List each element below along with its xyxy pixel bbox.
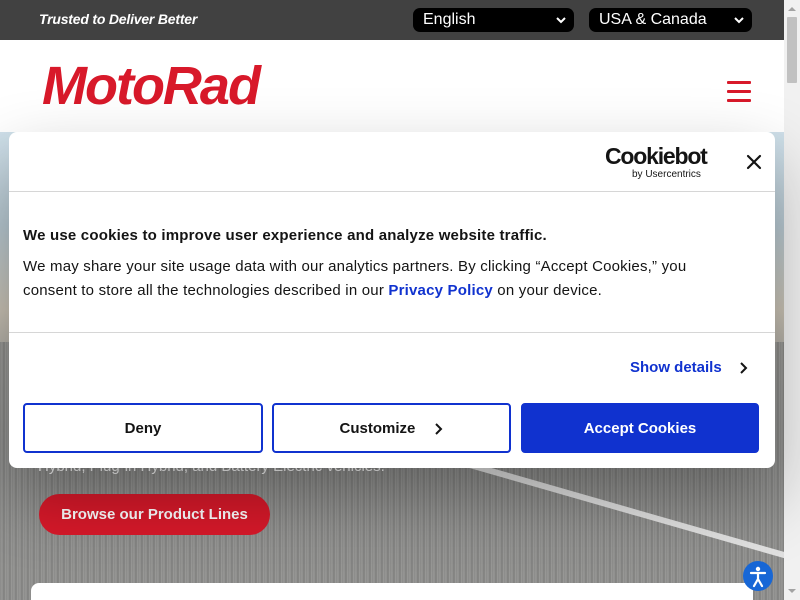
tagline: Trusted to Deliver Better [39, 11, 198, 27]
cookie-dialog-title: We use cookies to improve user experienc… [23, 227, 547, 244]
privacy-policy-link[interactable]: Privacy Policy [388, 282, 493, 299]
divider [9, 332, 775, 333]
cookiebot-logo: Cookiebot by Usercentrics [605, 143, 709, 180]
deny-button[interactable]: Deny [23, 403, 263, 453]
hamburger-menu-icon[interactable] [724, 79, 754, 105]
chevron-down-icon [556, 17, 566, 24]
cookiebot-brand-sub: by Usercentrics [632, 169, 701, 180]
close-icon[interactable] [744, 152, 764, 172]
browse-product-lines-button[interactable]: Browse our Product Lines [39, 494, 270, 535]
content-card [31, 583, 753, 600]
chevron-right-icon [434, 423, 442, 435]
customize-button[interactable]: Customize [272, 403, 511, 453]
logo-text: MotoRad [42, 58, 262, 110]
customize-label: Customize [339, 420, 416, 437]
cookie-dialog-body: We may share your site usage data with o… [23, 255, 743, 303]
language-select[interactable]: English [413, 8, 574, 32]
motorad-logo[interactable]: MotoRad [40, 58, 312, 110]
scroll-thumb[interactable] [787, 17, 797, 83]
cookie-dialog-header: Cookiebot by Usercentrics [9, 132, 775, 192]
region-select-value: USA & Canada [599, 11, 707, 28]
region-select[interactable]: USA & Canada [589, 8, 752, 32]
page-scrollbar[interactable] [784, 0, 800, 600]
scroll-down-icon[interactable] [788, 587, 796, 595]
cookie-consent-dialog: Cookiebot by Usercentrics We use cookies… [9, 132, 775, 468]
chevron-right-icon[interactable] [739, 361, 749, 375]
chevron-down-icon [734, 17, 744, 24]
cookiebot-brand: Cookiebot [605, 143, 708, 169]
language-select-value: English [423, 11, 476, 28]
accept-cookies-button[interactable]: Accept Cookies [521, 403, 759, 453]
cookie-body-text-end: on your device. [492, 282, 603, 299]
show-details-link[interactable]: Show details [630, 359, 722, 376]
site-header: MotoRad [0, 40, 784, 132]
accessibility-icon[interactable] [743, 561, 773, 591]
scroll-up-icon[interactable] [788, 5, 796, 13]
top-bar: Trusted to Deliver Better English USA & … [0, 0, 784, 40]
